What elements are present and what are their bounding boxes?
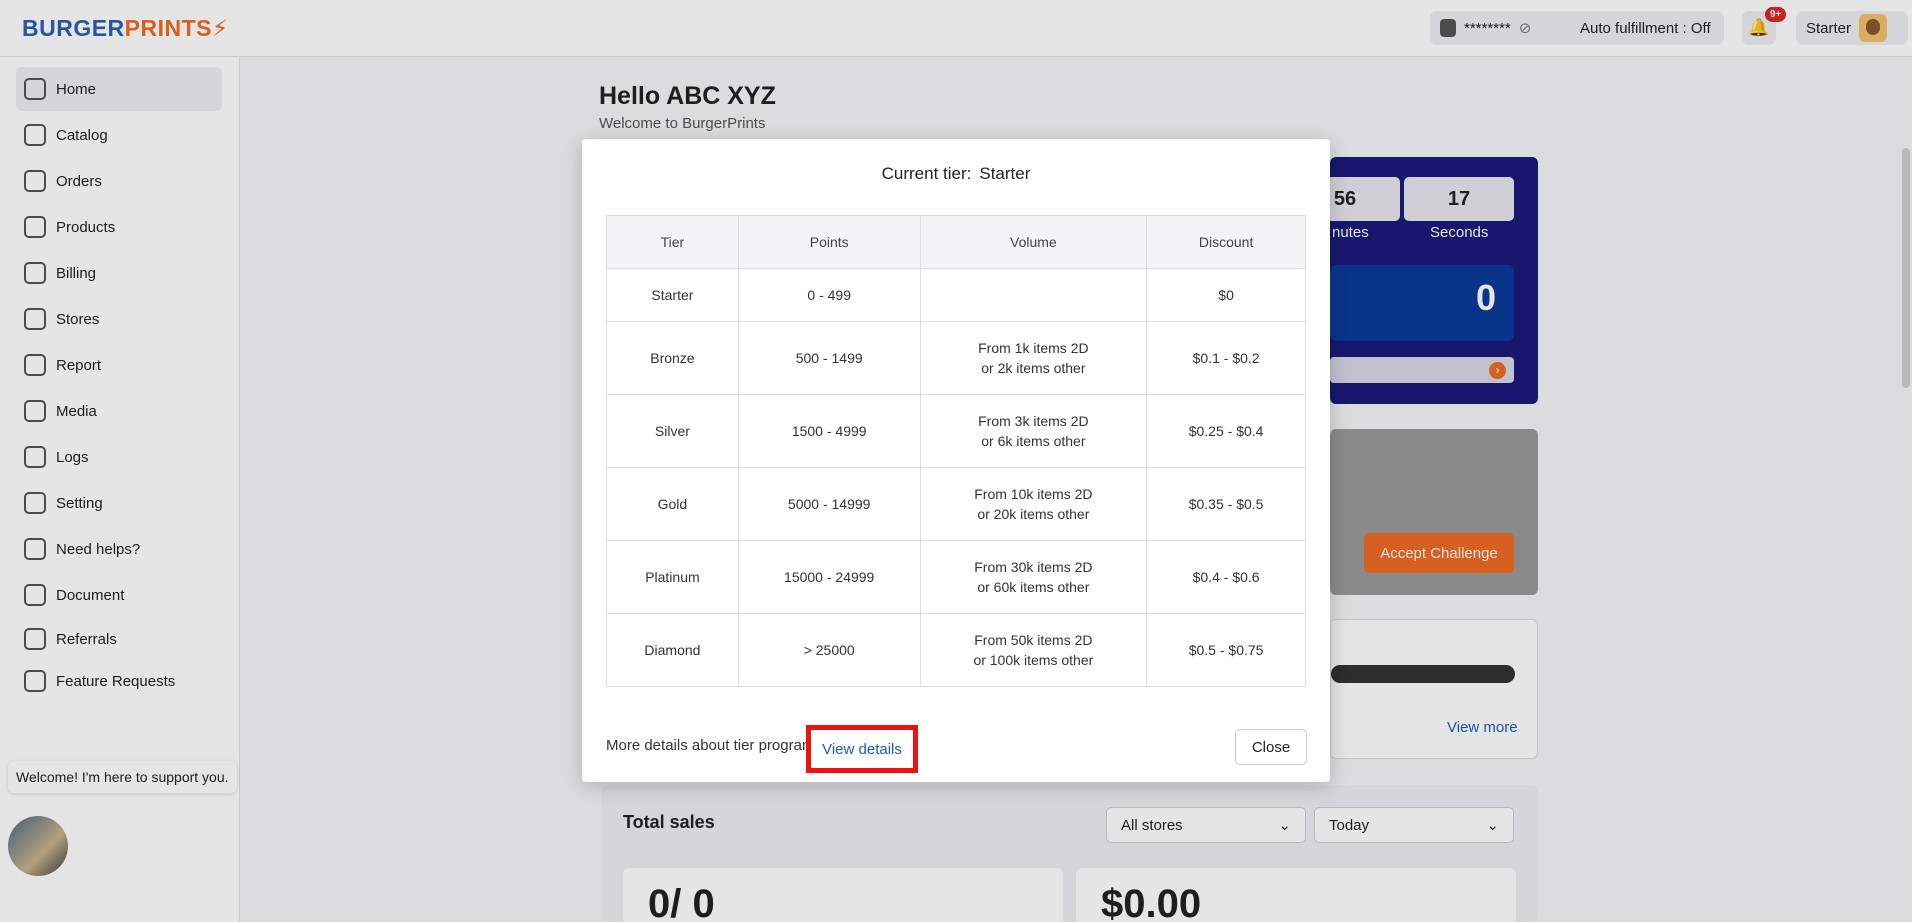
volume-line-2: or 60k items other <box>977 579 1090 595</box>
volume-cell: From 1k items 2D or 2k items other <box>919 321 1148 395</box>
volume-line-2: or 100k items other <box>973 652 1094 668</box>
page-scrollbar[interactable] <box>1902 148 1910 388</box>
column-header-tier: Tier <box>606 215 739 269</box>
table-row: Silver 1500 - 4999 From 3k items 2D or 6k… <box>606 394 1306 468</box>
table-row: Gold 5000 - 14999 From 10k items 2D or 20… <box>606 467 1306 541</box>
table-row: Diamond > 25000 From 50k items 2D or 100k… <box>606 613 1306 687</box>
volume-line-1: From 30k items 2D <box>974 559 1093 575</box>
tier-cell: Gold <box>606 467 739 541</box>
tier-table: Tier Points Volume Discount Starter 0 - … <box>606 215 1306 687</box>
tier-details-text: More details about tier program <box>606 737 815 754</box>
tier-cell: Platinum <box>606 540 739 614</box>
volume-line-1: From 10k items 2D <box>974 486 1093 502</box>
volume-cell <box>919 268 1148 322</box>
points-cell: 500 - 1499 <box>737 321 921 395</box>
table-header-row: Tier Points Volume Discount <box>606 215 1306 269</box>
close-button[interactable]: Close <box>1235 729 1307 765</box>
volume-cell: From 10k items 2D or 20k items other <box>919 467 1148 541</box>
discount-cell: $0.5 - $0.75 <box>1146 613 1306 687</box>
points-cell: > 25000 <box>737 613 921 687</box>
points-cell: 15000 - 24999 <box>737 540 921 614</box>
discount-cell: $0.4 - $0.6 <box>1146 540 1306 614</box>
table-row: Starter 0 - 499 $0 <box>606 268 1306 322</box>
tier-cell: Silver <box>606 394 739 468</box>
points-cell: 5000 - 14999 <box>737 467 921 541</box>
discount-cell: $0.35 - $0.5 <box>1146 467 1306 541</box>
volume-cell: From 50k items 2D or 100k items other <box>919 613 1148 687</box>
current-tier-label: Current tier: <box>881 164 972 183</box>
discount-cell: $0 <box>1146 268 1306 322</box>
tier-cell: Bronze <box>606 321 739 395</box>
points-cell: 0 - 499 <box>737 268 921 322</box>
volume-line-1: From 50k items 2D <box>974 632 1093 648</box>
current-tier-value: Starter <box>979 164 1031 183</box>
volume-line-2: or 20k items other <box>977 506 1090 522</box>
tier-cell: Starter <box>606 268 739 322</box>
column-header-volume: Volume <box>919 215 1148 269</box>
table-row: Bronze 500 - 1499 From 1k items 2D or 2k … <box>606 321 1306 395</box>
column-header-points: Points <box>737 215 921 269</box>
column-header-discount: Discount <box>1146 215 1306 269</box>
discount-cell: $0.1 - $0.2 <box>1146 321 1306 395</box>
modal-title: Current tier: Starter <box>582 164 1330 184</box>
volume-cell: From 30k items 2D or 60k items other <box>919 540 1148 614</box>
discount-cell: $0.25 - $0.4 <box>1146 394 1306 468</box>
tier-modal: Current tier: Starter Tier Points Volume … <box>582 139 1330 782</box>
view-details-link[interactable]: View details <box>806 725 918 773</box>
points-cell: 1500 - 4999 <box>737 394 921 468</box>
volume-line-1: From 1k items 2D <box>978 340 1089 356</box>
volume-line-1: From 3k items 2D <box>978 413 1089 429</box>
volume-line-2: or 2k items other <box>981 360 1086 376</box>
volume-line-2: or 6k items other <box>981 433 1086 449</box>
volume-cell: From 3k items 2D or 6k items other <box>919 394 1148 468</box>
table-row: Platinum 15000 - 24999 From 30k items 2D… <box>606 540 1306 614</box>
tier-cell: Diamond <box>606 613 739 687</box>
